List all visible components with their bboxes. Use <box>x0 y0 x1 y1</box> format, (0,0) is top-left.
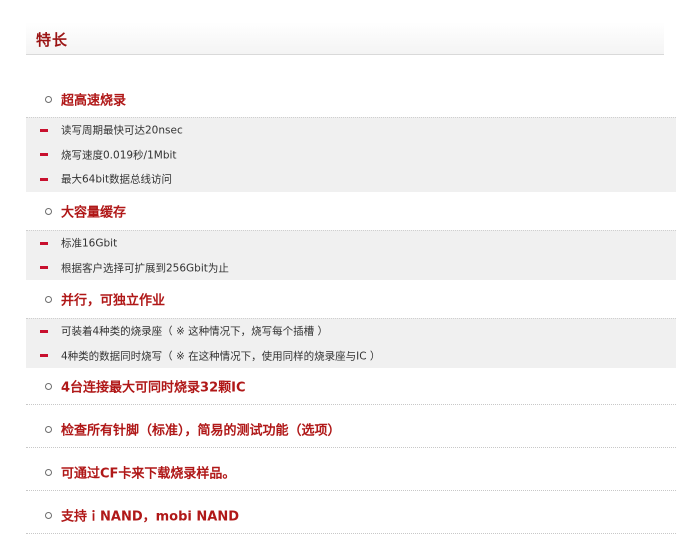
feature-title: 并行，可独立作业 <box>61 293 166 309</box>
feature-heading: 大容量缓存 <box>26 193 676 229</box>
dash-bullet-icon <box>40 177 48 181</box>
page-title: 特长 <box>36 31 69 49</box>
feature-title: 可通过CF卡来下载烧录样品。 <box>61 466 236 482</box>
feature-heading: 检查所有针脚（标准），简易的测试功能（选项） <box>26 411 676 448</box>
list-item: 根据客户选择可扩展到256Gbit为止 <box>26 256 676 281</box>
feature-heading: 4台连接最大可同时烧录32颗IC <box>26 368 676 405</box>
feature-heading: 可通过CF卡来下载烧录样品。 <box>26 454 676 491</box>
circle-bullet-icon <box>45 383 52 390</box>
list-item: 4种类的数据同时烧写（ ※ 在这种情况下，使用同样的烧录座与IC ） <box>26 344 676 369</box>
feature-detail-list: 可装着4种类的烧录座（ ※ 这种情况下，烧写每个插槽 ） 4种类的数据同时烧写（… <box>26 318 676 368</box>
feature-title: 支持ｉNAND，mobi NAND <box>61 509 239 525</box>
detail-text: 读写周期最快可达20nsec <box>61 124 183 137</box>
feature-heading: 并行，可独立作业 <box>26 281 676 317</box>
detail-text: 最大64bit数据总线访问 <box>61 173 173 186</box>
dash-bullet-icon <box>40 153 48 157</box>
detail-text: 根据客户选择可扩展到256Gbit为止 <box>61 262 229 275</box>
feature-heading: 支持ｉNAND，mobi NAND <box>26 497 676 534</box>
list-item: 读写周期最快可达20nsec <box>26 118 676 143</box>
feature-detail-list: 标准16Gbit 根据客户选择可扩展到256Gbit为止 <box>26 230 676 280</box>
dash-bullet-icon <box>40 266 48 270</box>
circle-bullet-icon <box>45 469 52 476</box>
detail-text: 烧写速度0.019秒/1Mbit <box>61 149 177 162</box>
list-item: 可装着4种类的烧录座（ ※ 这种情况下，烧写每个插槽 ） <box>26 319 676 344</box>
list-item: 标准16Gbit <box>26 231 676 256</box>
dash-bullet-icon <box>40 329 48 333</box>
feature-title: 大容量缓存 <box>61 205 127 221</box>
feature-title: 检查所有针脚（标准），简易的测试功能（选项） <box>61 423 341 439</box>
feature-heading: 超高速烧录 <box>26 82 676 116</box>
dash-bullet-icon <box>40 241 48 245</box>
dash-bullet-icon <box>40 128 48 132</box>
list-item: 最大64bit数据总线访问 <box>26 167 676 192</box>
feature-title: 4台连接最大可同时烧录32颗IC <box>61 380 246 396</box>
circle-bullet-icon <box>45 96 52 103</box>
dash-bullet-icon <box>40 354 48 358</box>
detail-text: 可装着4种类的烧录座（ ※ 这种情况下，烧写每个插槽 ） <box>61 325 328 338</box>
circle-bullet-icon <box>45 208 52 215</box>
feature-title: 超高速烧录 <box>61 93 127 109</box>
circle-bullet-icon <box>45 426 52 433</box>
feature-header: 特长 <box>26 22 664 55</box>
list-item: 烧写速度0.019秒/1Mbit <box>26 143 676 168</box>
feature-detail-list: 读写周期最快可达20nsec 烧写速度0.019秒/1Mbit 最大64bit数… <box>26 117 676 192</box>
detail-text: 4种类的数据同时烧写（ ※ 在这种情况下，使用同样的烧录座与IC ） <box>61 350 381 363</box>
circle-bullet-icon <box>45 512 52 519</box>
circle-bullet-icon <box>45 296 52 303</box>
detail-text: 标准16Gbit <box>61 237 118 250</box>
